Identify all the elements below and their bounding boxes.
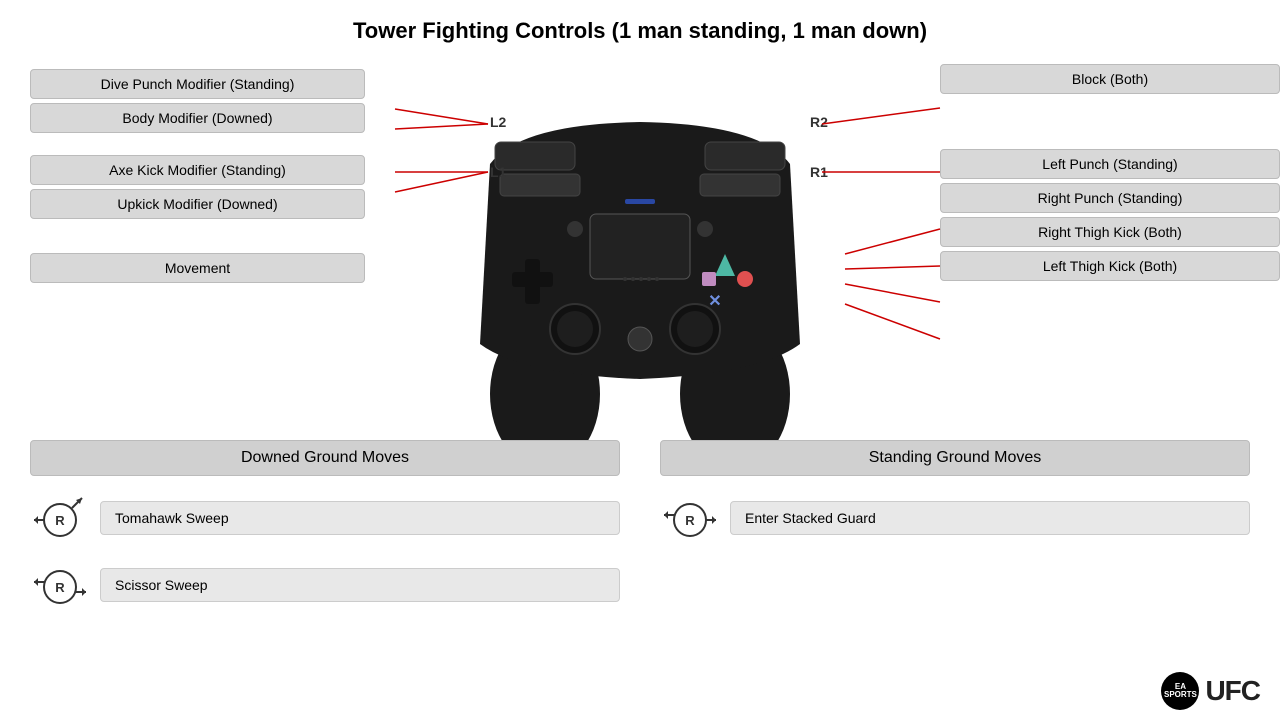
left-punch-label: Left Punch (Standing) xyxy=(940,149,1280,179)
l1-label: L1 xyxy=(490,164,507,180)
stacked-guard-row: R Enter Stacked Guard xyxy=(660,490,1250,545)
joystick-icon-stacked: R xyxy=(660,490,720,545)
movement-label: Movement xyxy=(30,253,365,283)
downed-title: Downed Ground Moves xyxy=(30,440,620,476)
downed-ground-moves-col: Downed Ground Moves R Tomahawk Sweep xyxy=(30,440,620,624)
standing-ground-moves-col: Standing Ground Moves R Enter Stacked Gu… xyxy=(660,440,1250,624)
scissor-row: R Scissor Sweep xyxy=(30,557,620,612)
joystick-icon-tomahawk: R xyxy=(30,490,90,545)
svg-text:✕: ✕ xyxy=(708,293,721,310)
dive-punch-label: Dive Punch Modifier (Standing) xyxy=(30,69,365,99)
upkick-modifier-label: Upkick Modifier (Downed) xyxy=(30,189,365,219)
l2-label: L2 xyxy=(490,114,507,130)
axe-kick-label: Axe Kick Modifier (Standing) xyxy=(30,155,365,185)
svg-text:R: R xyxy=(55,513,65,528)
r1-label: R1 xyxy=(810,164,828,180)
svg-text:R: R xyxy=(55,580,65,595)
bottom-section: Downed Ground Moves R Tomahawk Sweep xyxy=(0,440,1280,624)
right-thigh-label: Right Thigh Kick (Both) xyxy=(940,217,1280,247)
right-punch-label: Right Punch (Standing) xyxy=(940,183,1280,213)
page-title: Tower Fighting Controls (1 man standing,… xyxy=(0,0,1280,54)
ea-sports-logo: EASPORTS xyxy=(1161,672,1199,710)
joystick-icon-scissor: R xyxy=(30,557,90,612)
svg-text:R: R xyxy=(685,513,695,528)
tomahawk-label: Tomahawk Sweep xyxy=(100,501,620,535)
left-thigh-label: Left Thigh Kick (Both) xyxy=(940,251,1280,281)
ufc-logo: UFC xyxy=(1205,675,1260,707)
left-labels-area: Dive Punch Modifier (Standing) Body Modi… xyxy=(30,54,400,287)
logo-area: EASPORTS UFC xyxy=(1161,672,1260,710)
scissor-label: Scissor Sweep xyxy=(100,568,620,602)
r2-label: R2 xyxy=(810,114,828,130)
standing-title: Standing Ground Moves xyxy=(660,440,1250,476)
right-labels-area: Block (Both) Left Punch (Standing) Right… xyxy=(940,54,1280,285)
stacked-guard-label: Enter Stacked Guard xyxy=(730,501,1250,535)
block-label: Block (Both) xyxy=(940,64,1280,94)
tomahawk-row: R Tomahawk Sweep xyxy=(30,490,620,545)
body-modifier-label: Body Modifier (Downed) xyxy=(30,103,365,133)
